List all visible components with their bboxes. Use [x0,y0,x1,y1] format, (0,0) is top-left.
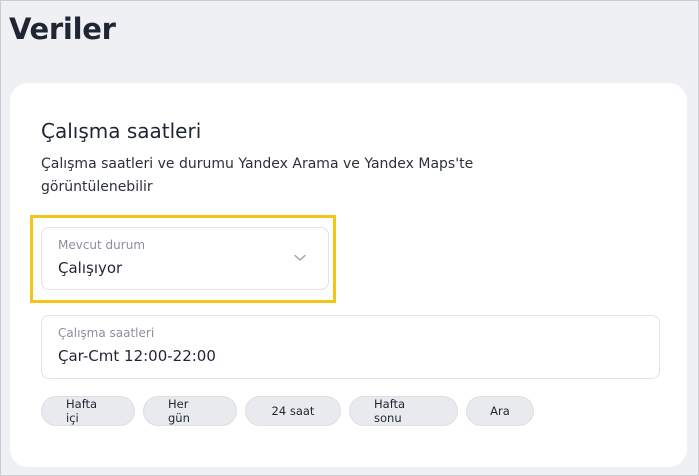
page-title: Veriler [9,12,116,46]
status-select-value: Çalışıyor [58,259,123,277]
card-description: Çalışma saatleri ve durumu Yandex Arama … [41,156,474,195]
preset-chips: Hafta içi Her gün 24 saat Hafta sonu Ara [41,396,534,426]
chip-24-hours[interactable]: 24 saat [245,396,341,426]
app-frame: Veriler Çalışma saatleri Çalışma saatler… [0,0,699,476]
chip-break[interactable]: Ara [466,396,534,426]
status-select[interactable]: Mevcut durum Çalışıyor [41,227,329,290]
chevron-down-icon [294,254,306,261]
working-hours-card: Çalışma saatleri Çalışma saatleri ve dur… [10,83,687,467]
chip-every-day[interactable]: Her gün [143,396,237,426]
status-select-label: Mevcut durum [58,238,146,252]
chip-weekend[interactable]: Hafta sonu [349,396,458,426]
working-hours-value: Çar-Cmt 12:00-22:00 [58,347,216,365]
working-hours-field[interactable]: Çalışma saatleri Çar-Cmt 12:00-22:00 [41,315,660,379]
chip-weekdays[interactable]: Hafta içi [41,396,135,426]
working-hours-label: Çalışma saatleri [58,326,155,340]
card-title: Çalışma saatleri [41,119,202,143]
